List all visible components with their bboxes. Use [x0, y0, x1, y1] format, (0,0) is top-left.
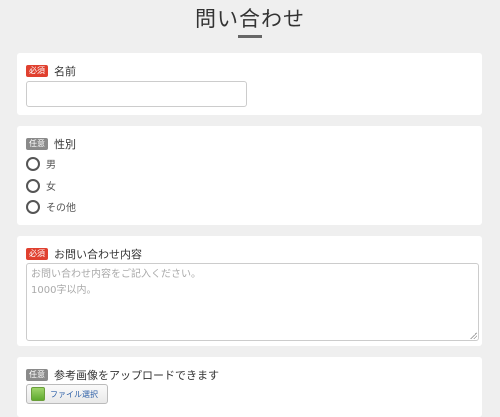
required-badge: 必須: [26, 65, 48, 77]
file-select-label: ファイル選択: [50, 389, 98, 399]
required-badge: 必須: [26, 248, 48, 260]
image-header: 任意 参考画像をアップロードできます: [26, 367, 219, 383]
textarea-placeholder: お問い合わせ内容をご記入ください。: [31, 269, 201, 280]
name-input[interactable]: [26, 81, 247, 107]
name-header: 必須 名前: [26, 63, 76, 79]
gender-option-female[interactable]: 女: [26, 178, 56, 193]
gender-label: 性別: [54, 138, 76, 151]
radio-button[interactable]: [26, 156, 40, 171]
image-file-icon: [31, 387, 45, 401]
inquiry-textarea[interactable]: お問い合わせ内容をご記入ください。 1000字以内。: [26, 263, 479, 341]
image-upload-card: 任意 参考画像をアップロードできます ファイル選択: [17, 357, 482, 417]
name-label: 名前: [54, 65, 76, 78]
gender-card: 任意 性別 男 女 その他: [17, 126, 482, 225]
radio-button[interactable]: [26, 199, 40, 214]
radio-button[interactable]: [26, 178, 40, 193]
gender-option-male[interactable]: 男: [26, 156, 56, 171]
resize-handle[interactable]: [470, 332, 477, 339]
gender-option-other[interactable]: その他: [26, 199, 76, 214]
radio-label: 男: [46, 160, 56, 171]
inquiry-card: 必須 お問い合わせ内容 お問い合わせ内容をご記入ください。 1000字以内。: [17, 236, 482, 346]
title-underline: [238, 35, 262, 38]
radio-label: 女: [46, 182, 56, 193]
optional-badge: 任意: [26, 369, 48, 381]
name-card: 必須 名前: [17, 53, 482, 115]
optional-badge: 任意: [26, 138, 48, 150]
image-label: 参考画像をアップロードできます: [54, 369, 219, 382]
file-select-button[interactable]: ファイル選択: [26, 384, 108, 404]
radio-label: その他: [46, 203, 76, 214]
inquiry-label: お問い合わせ内容: [54, 248, 142, 261]
inquiry-header: 必須 お問い合わせ内容: [26, 246, 142, 262]
page-title: 問い合わせ: [195, 7, 305, 31]
textarea-placeholder: 1000字以内。: [31, 285, 97, 296]
gender-header: 任意 性別: [26, 136, 76, 152]
